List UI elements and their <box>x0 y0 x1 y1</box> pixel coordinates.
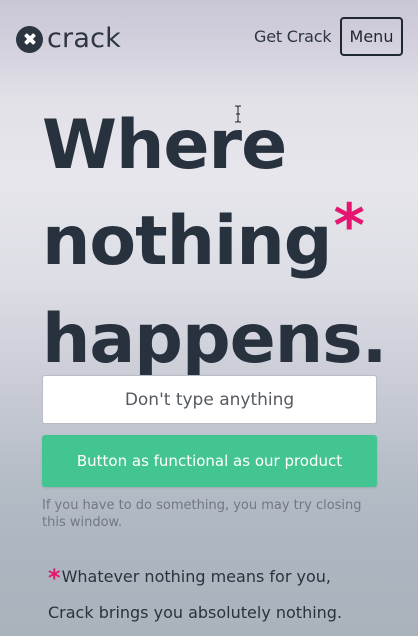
headline-line-2: nothing* <box>42 191 412 292</box>
crack-logo[interactable]: crack <box>16 23 121 55</box>
hero-headline: Where nothing* happens. <box>42 98 412 388</box>
get-crack-link[interactable]: Get Crack <box>254 27 332 47</box>
headline-line-1: Where <box>42 106 287 185</box>
footnote: *Whatever nothing means for you, Crack b… <box>48 556 408 631</box>
headline-word-nothing: nothing <box>42 202 332 281</box>
site-header: crack Get Crack Menu <box>0 0 418 76</box>
functional-button[interactable]: Button as functional as our product <box>42 435 377 487</box>
footnote-asterisk: * <box>48 564 61 592</box>
logo-text: crack <box>47 23 121 54</box>
menu-button[interactable]: Menu <box>340 17 403 56</box>
footnote-line-1: Whatever nothing means for you, <box>61 567 331 586</box>
asterisk-mark: * <box>333 191 364 261</box>
footnote-line-2: Crack brings you absolutely nothing. <box>48 603 343 622</box>
helper-text: If you have to do something, you may try… <box>42 498 362 530</box>
close-circle-icon <box>16 25 43 53</box>
headline-line-3: happens. <box>42 300 387 379</box>
nothing-input[interactable] <box>42 375 377 424</box>
